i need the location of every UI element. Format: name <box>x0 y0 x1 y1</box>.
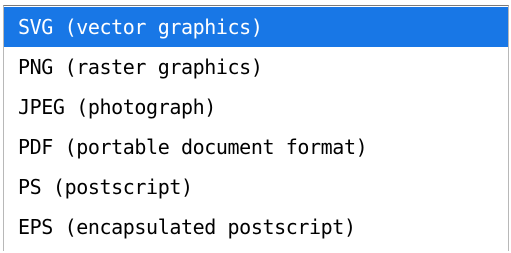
option-png[interactable]: PNG (raster graphics) <box>4 47 508 87</box>
option-pdf[interactable]: PDF (portable document format) <box>4 127 508 167</box>
option-ps[interactable]: PS (postscript) <box>4 167 508 207</box>
format-options-list[interactable]: SVG (vector graphics) PNG (raster graphi… <box>3 5 509 251</box>
option-eps[interactable]: EPS (encapsulated postscript) <box>4 207 508 247</box>
option-jpeg[interactable]: JPEG (photograph) <box>4 87 508 127</box>
option-svg[interactable]: SVG (vector graphics) <box>4 7 508 47</box>
